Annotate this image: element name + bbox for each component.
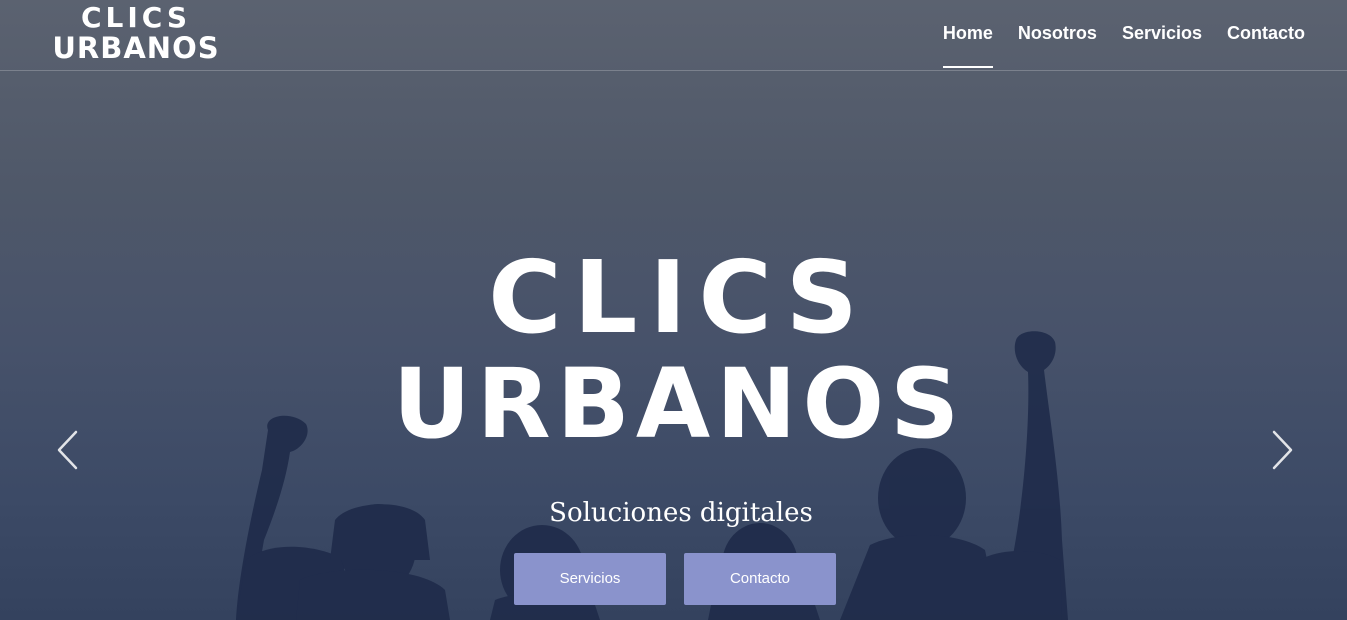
nav-menu: Home Nosotros Servicios Contacto — [918, 0, 1305, 70]
nav-item-servicios[interactable]: Servicios — [1122, 0, 1202, 47]
hero-carousel: CLICS URBANOS Home Nosotros Servicios Co… — [0, 0, 1347, 620]
servicios-button[interactable]: Servicios — [514, 553, 666, 605]
nav-item-nosotros[interactable]: Nosotros — [1018, 0, 1097, 47]
hero-title-line2: URBANOS — [392, 348, 966, 460]
carousel-next-button[interactable] — [1266, 428, 1296, 472]
hero-title-line1: CLICS — [488, 239, 870, 356]
carousel-prev-button[interactable] — [54, 428, 84, 472]
nav-item-contacto[interactable]: Contacto — [1227, 0, 1305, 47]
nav-item-home[interactable]: Home — [942, 0, 993, 68]
chevron-right-icon — [1272, 430, 1293, 470]
brand-logo[interactable]: CLICS URBANOS — [46, 4, 226, 68]
top-navbar: CLICS URBANOS Home Nosotros Servicios Co… — [0, 0, 1347, 71]
brand-logo-line2: URBANOS — [52, 31, 220, 65]
hero-title-logo: CLICS URBANOS — [374, 239, 984, 460]
contacto-button[interactable]: Contacto — [684, 553, 836, 605]
hero-tagline: Soluciones digitales — [549, 498, 813, 528]
chevron-left-icon — [57, 430, 78, 470]
brand-logo-line1: CLICS — [80, 1, 192, 34]
